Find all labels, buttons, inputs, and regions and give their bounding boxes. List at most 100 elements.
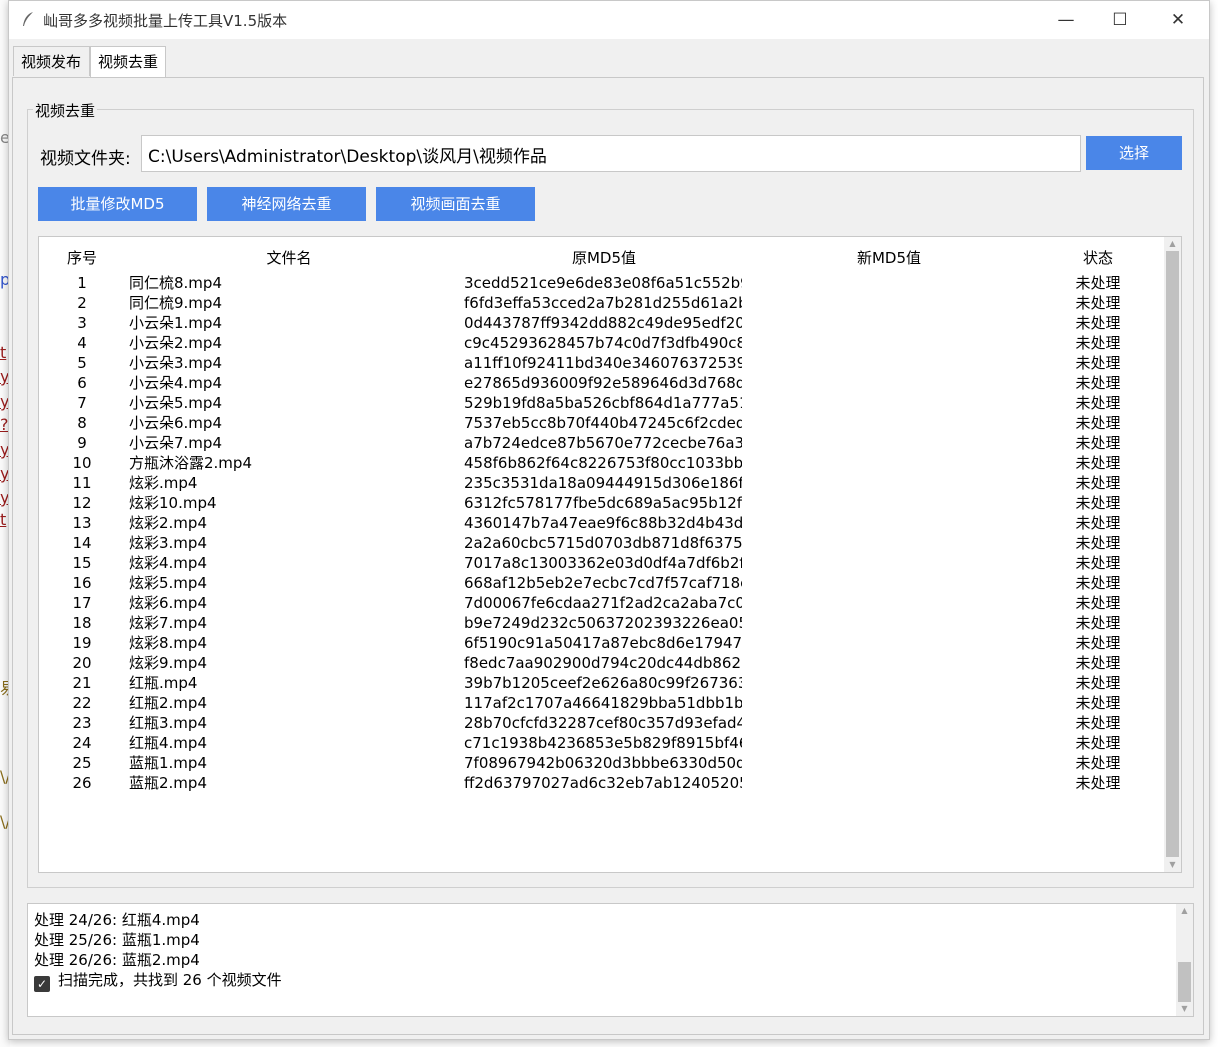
tab-label: 视频去重 (98, 53, 159, 71)
row-status: 未处理 (1075, 334, 1121, 352)
table-row[interactable]: 22 红瓶2.mp4 117af2c1707a46641829bba51dbb1b5… (39, 693, 1164, 713)
tab-video-dedupe[interactable]: 视频去重 (90, 46, 166, 78)
file-table[interactable]: 序号 文件名 原MD5值 新MD5值 状态 1 同仁梳8.mp4 3cedd521c… (38, 236, 1182, 873)
neural-dedupe-button[interactable]: 神经网络去重 (207, 187, 366, 221)
row-old-md5: f8edc7aa902900d794c20dc44db8626 (464, 654, 742, 672)
log-line: 处理 24/26: 红瓶4.mp4 (34, 911, 200, 929)
table-row[interactable]: 12 炫彩10.mp4 6312fc578177fbe5dc689a5ac95b12… (39, 493, 1164, 513)
table-row[interactable]: 8 小云朵6.mp4 7537eb5cc8b70f440b47245c6f2cded… (39, 413, 1164, 433)
table-row[interactable]: 26 蓝瓶2.mp4 ff2d63797027ad6c32eb7ab12405205… (39, 773, 1164, 793)
table-row[interactable]: 5 小云朵3.mp4 a11ff10f92411bd340e346076372539… (39, 353, 1164, 373)
row-filename: 方瓶沐浴露2.mp4 (129, 454, 252, 472)
row-index: 12 (72, 494, 92, 512)
table-row[interactable]: 23 红瓶3.mp4 28b70cfcfd32287cef80c357d93efad… (39, 713, 1164, 733)
table-row[interactable]: 15 炫彩4.mp4 7017a8c13003362e03d0df4a7df6b2f… (39, 553, 1164, 573)
column-header-index[interactable]: 序号 (59, 247, 105, 268)
table-row[interactable]: 10 方瓶沐浴露2.mp4 458f6b862f64c8226753f80cc103… (39, 453, 1164, 473)
log-line: 处理 26/26: 蓝瓶2.mp4 (34, 951, 200, 969)
scroll-up-icon[interactable]: ▲ (1164, 237, 1181, 251)
row-old-md5: 4360147b7a47eae9f6c88b32d4b43dc (464, 514, 742, 532)
row-index: 6 (77, 374, 87, 392)
row-index: 24 (72, 734, 92, 752)
row-status: 未处理 (1075, 714, 1121, 732)
log-panel[interactable]: 处理 24/26: 红瓶4.mp4 处理 25/26: 蓝瓶1.mp4 处理 2… (27, 903, 1194, 1017)
row-index: 25 (72, 754, 92, 772)
table-row[interactable]: 3 小云朵1.mp4 0d443787ff9342dd882c49de95edf20… (39, 313, 1164, 333)
row-filename: 炫彩8.mp4 (129, 634, 207, 652)
tab-video-publish[interactable]: 视频发布 (13, 46, 90, 76)
row-status: 未处理 (1075, 554, 1121, 572)
table-row[interactable]: 4 小云朵2.mp4 c9c45293628457b74c0d7f3dfb490c8… (39, 333, 1164, 353)
row-index: 7 (77, 394, 87, 412)
row-status: 未处理 (1075, 454, 1121, 472)
folder-path-input[interactable]: C:\Users\Administrator\Desktop\谈风月\视频作品 (141, 135, 1081, 172)
row-filename: 炫彩.mp4 (129, 474, 198, 492)
choose-folder-button[interactable]: 选择 (1086, 136, 1182, 170)
row-index: 3 (77, 314, 87, 332)
row-old-md5: 3cedd521ce9e6de83e08f6a51c552b9 (464, 274, 742, 292)
maximize-button[interactable]: ☐ (1098, 6, 1142, 34)
row-status: 未处理 (1075, 314, 1121, 332)
row-status: 未处理 (1075, 274, 1121, 292)
table-row[interactable]: 16 炫彩5.mp4 668af12b5eb2e7ecbc7cd7f57caf718… (39, 573, 1164, 593)
minimize-button[interactable]: — (1044, 6, 1088, 34)
table-row[interactable]: 11 炫彩.mp4 235c3531da18a09444915d306e186f7 未… (39, 473, 1164, 493)
row-index: 17 (72, 594, 92, 612)
row-filename: 同仁梳8.mp4 (129, 274, 222, 292)
row-status: 未处理 (1075, 774, 1121, 792)
table-row[interactable]: 1 同仁梳8.mp4 3cedd521ce9e6de83e08f6a51c552b9… (39, 273, 1164, 293)
feather-icon (21, 11, 35, 31)
table-row[interactable]: 20 炫彩9.mp4 f8edc7aa902900d794c20dc44db8626… (39, 653, 1164, 673)
column-header-status[interactable]: 状态 (1059, 247, 1137, 268)
table-row[interactable]: 17 炫彩6.mp4 7d00067fe6cdaa271f2ad2ca2aba7c0… (39, 593, 1164, 613)
table-row[interactable]: 2 同仁梳9.mp4 f6fd3effa53cced2a7b281d255d61a2… (39, 293, 1164, 313)
row-old-md5: 458f6b862f64c8226753f80cc1033bb5 (464, 454, 742, 472)
row-old-md5: 28b70cfcfd32287cef80c357d93efad4 (464, 714, 742, 732)
row-old-md5: 7017a8c13003362e03d0df4a7df6b2f3 (464, 554, 742, 572)
scroll-down-icon[interactable]: ▼ (1164, 858, 1181, 872)
batch-md5-button[interactable]: 批量修改MD5 (38, 187, 197, 221)
table-row[interactable]: 13 炫彩2.mp4 4360147b7a47eae9f6c88b32d4b43dc… (39, 513, 1164, 533)
row-old-md5: b9e7249d232c50637202393226ea050 (464, 614, 742, 632)
row-index: 2 (77, 294, 87, 312)
table-row[interactable]: 9 小云朵7.mp4 a7b724edce87b5670e772cecbe76a3d… (39, 433, 1164, 453)
row-status: 未处理 (1075, 734, 1121, 752)
row-old-md5: a11ff10f92411bd340e346076372539a (464, 354, 742, 372)
tab-panel: 视频去重 视频文件夹: C:\Users\Administrator\Deskt… (12, 77, 1204, 1035)
row-filename: 炫彩3.mp4 (129, 534, 207, 552)
table-scrollbar[interactable]: ▲ ▼ (1164, 237, 1181, 872)
log-line: 处理 25/26: 蓝瓶1.mp4 (34, 931, 200, 949)
column-header-old-md5[interactable]: 原MD5值 (539, 247, 669, 268)
row-index: 22 (72, 694, 92, 712)
row-index: 20 (72, 654, 92, 672)
table-row[interactable]: 6 小云朵4.mp4 e27865d936009f92e589646d3d768db… (39, 373, 1164, 393)
column-header-new-md5[interactable]: 新MD5值 (824, 247, 954, 268)
log-scrollbar[interactable]: ▲ ▼ (1176, 904, 1193, 1016)
scroll-up-icon[interactable]: ▲ (1176, 904, 1193, 918)
row-status: 未处理 (1075, 474, 1121, 492)
table-row[interactable]: 18 炫彩7.mp4 b9e7249d232c50637202393226ea050… (39, 613, 1164, 633)
table-row[interactable]: 14 炫彩3.mp4 2a2a60cbc5715d0703db871d8f6375d… (39, 533, 1164, 553)
row-status: 未处理 (1075, 534, 1121, 552)
row-old-md5: 235c3531da18a09444915d306e186f7 (464, 474, 742, 492)
app-window: 屾哥多多视频批量上传工具V1.5版本 — ☐ ✕ 视频发布 视频去重 视频去重 视频… (8, 0, 1210, 1040)
column-header-filename[interactable]: 文件名 (229, 247, 349, 268)
row-index: 4 (77, 334, 87, 352)
scrollbar-thumb[interactable] (1166, 251, 1179, 857)
scroll-down-icon[interactable]: ▼ (1176, 1002, 1193, 1016)
table-row[interactable]: 7 小云朵5.mp4 529b19fd8a5ba526cbf864d1a777a51… (39, 393, 1164, 413)
table-row[interactable]: 24 红瓶4.mp4 c71c1938b4236853e5b829f8915bf46… (39, 733, 1164, 753)
row-filename: 红瓶3.mp4 (129, 714, 207, 732)
row-index: 21 (72, 674, 92, 692)
row-index: 23 (72, 714, 92, 732)
table-row[interactable]: 19 炫彩8.mp4 6f5190c91a50417a87ebc8d6e179479… (39, 633, 1164, 653)
scrollbar-thumb[interactable] (1178, 962, 1191, 1002)
row-index: 16 (72, 574, 92, 592)
window-title: 屾哥多多视频批量上传工具V1.5版本 (43, 12, 288, 30)
frame-dedupe-button[interactable]: 视频画面去重 (376, 187, 535, 221)
table-row[interactable]: 25 蓝瓶1.mp4 7f08967942b06320d3bbbe6330d50d6… (39, 753, 1164, 773)
table-row[interactable]: 21 红瓶.mp4 39b7b1205ceef2e626a80c99f2673634… (39, 673, 1164, 693)
close-button[interactable]: ✕ (1156, 6, 1200, 34)
row-filename: 同仁梳9.mp4 (129, 294, 222, 312)
row-status: 未处理 (1075, 634, 1121, 652)
